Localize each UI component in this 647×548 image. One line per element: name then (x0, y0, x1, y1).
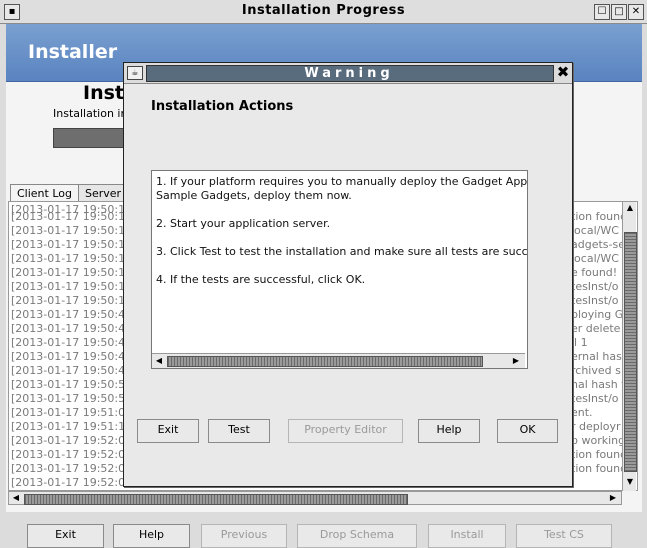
scroll-left-icon[interactable]: ◀ (153, 355, 165, 367)
exit-button[interactable]: Exit (27, 524, 104, 548)
log-line-tail: tion found (571, 462, 628, 475)
dialog-close-icon[interactable]: ✖ (555, 64, 571, 80)
log-line: [2013-01-17 19:50:1 (11, 252, 126, 265)
log-line: [2013-01-17 19:50:1 (11, 224, 126, 237)
log-line-tail: local/WC (571, 252, 619, 265)
log-line: [2013-01-17 19:50:5 (11, 378, 126, 391)
log-line-tail: tion found (571, 210, 628, 223)
log-vertical-scroll-thumb[interactable] (624, 232, 637, 472)
log-line: [2013-01-17 19:51:1 (11, 420, 126, 433)
log-horizontal-scrollbar[interactable]: ◀ ▶ (8, 491, 622, 505)
log-line-tail: tesInst/o (571, 280, 619, 293)
log-line: [2013-01-17 19:50:4 (11, 322, 126, 335)
log-line: [2013-01-17 19:52:0 (11, 448, 126, 461)
log-line: [2013-01-17 19:52:0 (11, 462, 126, 475)
log-line: [2013-01-17 19:51:0 (11, 406, 126, 419)
log-line-tail: adgets-se (571, 238, 625, 251)
java-cup-icon[interactable]: ☕ (127, 66, 143, 80)
log-line-tail: nal hash t (571, 378, 626, 391)
log-horizontal-scroll-thumb[interactable] (24, 494, 408, 505)
log-line-tail: tesInst/o (571, 392, 619, 405)
log-line-tail: ll 1 (571, 336, 588, 349)
log-vertical-scrollbar[interactable]: ▲ ▼ (622, 202, 637, 491)
minimize-icon[interactable]: ☐ (594, 4, 610, 20)
action-text-line: 1. If your platform requires you to manu… (156, 175, 528, 188)
log-line-tail: ernal hash (571, 350, 629, 363)
dialog-test-button[interactable]: Test (208, 419, 270, 443)
drop-schema-button[interactable]: Drop Schema (297, 524, 417, 548)
banner-title: Installer (28, 41, 118, 63)
previous-button[interactable]: Previous (201, 524, 287, 548)
log-line: [2013-01-17 19:50:4 (11, 308, 126, 321)
action-text-line: 2. Start your application server. (156, 217, 331, 230)
log-line: [2013-01-17 19:50:5 (11, 392, 126, 405)
log-line: [2013-01-17 19:50:4 (11, 336, 126, 349)
section-subtitle: Installation in (53, 107, 128, 120)
close-icon[interactable]: ✕ (628, 4, 644, 20)
text-horizontal-scroll-thumb[interactable] (167, 356, 483, 367)
log-line: [2013-01-17 19:50:1 (11, 280, 126, 293)
log-line-tail: tion found (571, 448, 628, 461)
log-line-tail: e found! (571, 266, 618, 279)
ok-button[interactable]: OK (497, 419, 558, 443)
test-cs-button[interactable]: Test CS (516, 524, 612, 548)
log-line-tail: ent. (571, 406, 593, 419)
dialog-title: Warning (304, 66, 394, 81)
dialog-help-button[interactable]: Help (418, 419, 480, 443)
scroll-right-icon[interactable]: ▶ (510, 355, 522, 367)
window-title-bar: ▪ Installation Progress ☐ □ ✕ (0, 0, 647, 24)
help-button[interactable]: Help (113, 524, 190, 548)
log-line: [2013-01-17 19:52:0 (11, 476, 126, 489)
dialog-title-bar: ☕ Warning ✖ (124, 63, 572, 84)
log-line-tail: p working (571, 434, 626, 447)
log-line-tail: tesInst/o (571, 294, 619, 307)
installation-actions-text[interactable]: 1. If your platform requires you to manu… (151, 170, 528, 369)
action-text-line: 3. Click Test to test the installation a… (156, 245, 528, 258)
scroll-left-icon[interactable]: ◀ (10, 492, 22, 504)
dialog-exit-button[interactable]: Exit (137, 419, 199, 443)
action-text-line: Sample Gadgets, deploy them now. (156, 189, 352, 202)
property-editor-button[interactable]: Property Editor (288, 419, 403, 443)
maximize-icon[interactable]: □ (611, 4, 627, 20)
action-text-line: 4. If the tests are successful, click OK… (156, 273, 366, 286)
install-button[interactable]: Install (428, 524, 506, 548)
progress-bar (53, 128, 128, 148)
log-line-tail: rchived s (571, 364, 621, 377)
log-line: [2013-01-17 19:52:0 (11, 434, 126, 447)
warning-dialog: ☕ Warning ✖ Installation Actions 1. If y… (123, 62, 573, 487)
log-line: [2013-01-17 19:50:4 (11, 350, 126, 363)
log-line: [2013-01-17 19:50:4 (11, 364, 126, 377)
window-title: Installation Progress (241, 3, 406, 18)
log-line-tail: er delete (571, 322, 621, 335)
scroll-down-icon[interactable]: ▼ (624, 476, 636, 488)
log-line-tail: local/WC (571, 224, 619, 237)
log-line: [2013-01-17 19:50:1 (11, 294, 126, 307)
text-horizontal-scrollbar[interactable]: ◀ ▶ (152, 353, 525, 368)
log-line: [2013-01-17 19:50:1 (11, 238, 126, 251)
log-line-tail: r deployr (571, 420, 621, 433)
scroll-right-icon[interactable]: ▶ (607, 492, 619, 504)
log-line-tail: ploying G (571, 308, 624, 321)
log-line: [2013-01-17 19:50:1 (11, 210, 126, 223)
dialog-heading: Installation Actions (151, 99, 294, 114)
scroll-up-icon[interactable]: ▲ (624, 202, 636, 214)
log-line: [2013-01-17 19:50:1 (11, 266, 126, 279)
